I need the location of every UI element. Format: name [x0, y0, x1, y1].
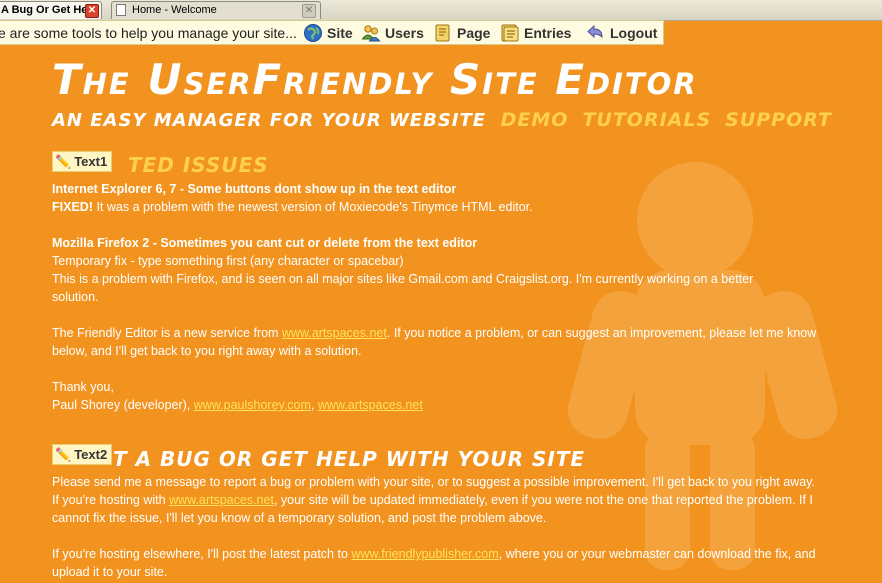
issue-title: Mozilla Firefox 2 - Sometimes you cant c… [52, 236, 478, 250]
browser-tab-home[interactable]: Home - Welcome ✕ [111, 1, 321, 19]
page-icon [435, 24, 450, 42]
edit-tag-label: Text1 [74, 154, 108, 169]
users-button-label: Users [385, 25, 424, 41]
entries-button[interactable]: Entries [500, 23, 571, 43]
edit-text2-button[interactable]: ✏️ Text2 [52, 444, 113, 465]
issue-title: Internet Explorer 6, 7 - Some buttons do… [52, 182, 457, 196]
paulshorey-link[interactable]: www.paulshorey.com [194, 398, 311, 412]
logout-icon [587, 24, 603, 39]
intro-text: The Friendly Editor is a new service fro… [52, 326, 282, 340]
issue-text: It was a problem with the newest version… [92, 200, 533, 214]
browser-tab-bar: A Bug Or Get He... ✕ Home - Welcome ✕ [0, 0, 882, 21]
friendlypublisher-link[interactable]: www.friendlypublisher.com [351, 547, 498, 561]
site-button[interactable]: Site [303, 23, 353, 43]
edit-text1-button[interactable]: ✏️ Text1 [52, 151, 113, 172]
editor-toolbar: e are some tools to help you manage your… [0, 20, 664, 45]
pencil-icon: ✏️ [55, 446, 72, 462]
separator: , [310, 398, 318, 412]
pencil-icon: ✏️ [55, 153, 72, 169]
logout-button[interactable]: Logout [586, 23, 657, 43]
nav-tutorials-link[interactable]: TUTORIALS [582, 109, 711, 131]
tab-label: Home - Welcome [132, 4, 217, 16]
entries-icon [501, 24, 519, 42]
nav-demo-link[interactable]: DEMO [501, 109, 569, 131]
entries-button-label: Entries [524, 25, 572, 41]
tab-label: A Bug Or Get He... [1, 4, 97, 16]
issue-text: This is a problem with Firefox, and is s… [52, 272, 754, 304]
toolbar-message: e are some tools to help you manage your… [0, 25, 297, 41]
signature-text: Paul Shorey (developer), [52, 398, 194, 412]
artspaces-link[interactable]: www.artspaces.net [169, 493, 274, 507]
edit-tag-label: Text2 [74, 447, 108, 462]
page-button[interactable]: Page [433, 23, 490, 43]
artspaces-link[interactable]: www.artspaces.net [282, 326, 387, 340]
fixed-label: FIXED! [52, 200, 93, 214]
page-icon [116, 4, 126, 16]
tab-close-icon[interactable]: ✕ [85, 4, 99, 18]
section1-body: Internet Explorer 6, 7 - Some buttons do… [52, 180, 822, 414]
site-subtitle: AN EASY MANAGER FOR YOUR WEBSITE [52, 110, 487, 131]
users-button[interactable]: Users [361, 23, 424, 43]
site-title: The UserFriendly Site Editor [52, 55, 698, 104]
globe-icon [304, 24, 322, 42]
site-button-label: Site [327, 25, 353, 41]
browser-tab-active[interactable]: A Bug Or Get He... ✕ [0, 1, 102, 19]
nav-support-link[interactable]: SUPPORT [725, 109, 832, 131]
logout-button-label: Logout [610, 25, 658, 41]
section-heading-report-bug: T A BUG OR GET HELP WITH YOUR SITE [113, 447, 586, 471]
artspaces-link[interactable]: www.artspaces.net [318, 398, 423, 412]
section2-body: Please send me a message to report a bug… [52, 473, 822, 581]
users-icon [361, 25, 381, 42]
tab-close-icon[interactable]: ✕ [302, 4, 316, 18]
issue-text: Temporary fix - type something first (an… [52, 254, 404, 268]
page-button-label: Page [457, 25, 491, 41]
thanks-text: Thank you, [52, 380, 114, 394]
paragraph-text: If you're hosting elsewhere, I'll post t… [52, 547, 352, 561]
header-nav: DEMO TUTORIALS SUPPORT [501, 109, 832, 131]
section-heading-reported-issues: TED ISSUES [128, 153, 269, 177]
